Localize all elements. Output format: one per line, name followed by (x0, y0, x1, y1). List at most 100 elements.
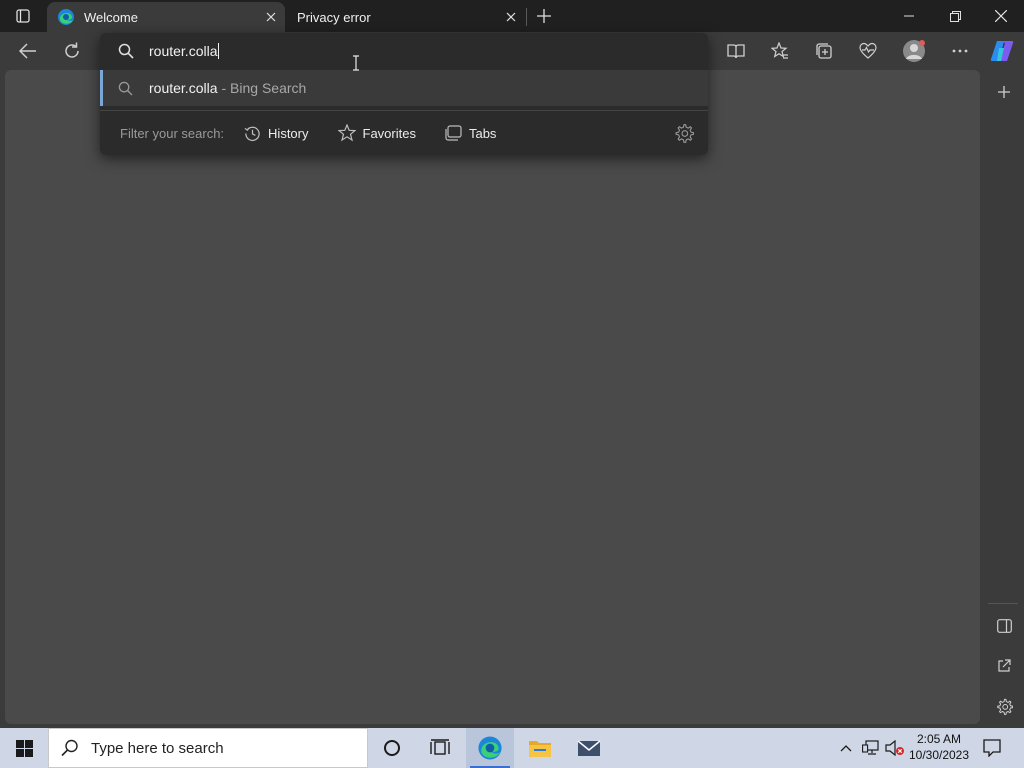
mail-icon (577, 740, 601, 756)
volume-button[interactable] (884, 728, 906, 768)
plus-icon (537, 9, 551, 23)
taskbar-file-explorer-button[interactable] (516, 728, 564, 768)
tab-title: Welcome (84, 9, 138, 25)
browser-essentials-button[interactable] (853, 36, 883, 66)
gear-icon[interactable] (674, 123, 694, 143)
filter-history-label: History (268, 125, 309, 141)
notification-icon (983, 739, 1001, 757)
text-cursor-icon (353, 55, 359, 71)
tab-bar: Welcome Privacy error (0, 0, 1024, 32)
restore-button[interactable] (932, 0, 978, 32)
edge-logo-icon (478, 736, 502, 760)
network-button[interactable] (860, 728, 882, 768)
filter-favorites-button[interactable]: Favorites (337, 124, 416, 142)
filter-tabs-label: Tabs (468, 125, 497, 141)
back-button[interactable] (13, 36, 43, 66)
history-icon (244, 126, 260, 141)
favorites-button[interactable] (765, 36, 795, 66)
suggestion-item[interactable]: router.colla - Bing Search (100, 70, 708, 106)
plus-icon (998, 86, 1010, 98)
task-view-icon (430, 739, 450, 755)
selected-indicator (100, 70, 103, 106)
settings-more-button[interactable] (945, 36, 975, 66)
address-bar-value[interactable]: router.colla (149, 43, 220, 59)
chevron-up-icon (840, 745, 852, 752)
search-icon (118, 81, 133, 96)
volume-muted-icon (885, 740, 904, 756)
filter-history-button[interactable]: History (244, 125, 309, 142)
taskbar-search-box[interactable]: Type here to search (48, 728, 368, 768)
edge-logo-icon (58, 9, 74, 25)
reading-view-button[interactable] (721, 36, 751, 66)
arrow-left-icon (19, 43, 36, 59)
search-icon (61, 739, 78, 757)
clock-time: 2:05 AM (916, 732, 962, 746)
tab-close-button[interactable] (497, 3, 525, 31)
search-filter-bar: Filter your search: History Favorites Ta… (100, 110, 708, 155)
more-horizontal-icon (952, 49, 968, 53)
windows-logo-icon (15, 739, 33, 757)
windows-taskbar: Type here to search 2:05 AM 10/30/2023 (0, 728, 1024, 768)
close-window-button[interactable] (978, 0, 1024, 32)
hide-sidebar-button[interactable] (990, 612, 1018, 640)
tab-welcome[interactable]: Welcome (47, 2, 285, 32)
minimize-icon (904, 15, 914, 17)
external-link-icon (998, 659, 1011, 672)
text-caret (218, 43, 220, 59)
taskbar-mail-button[interactable] (565, 728, 613, 768)
star-list-icon (771, 42, 788, 59)
new-tab-button[interactable] (530, 2, 558, 30)
refresh-icon (65, 42, 79, 58)
book-icon (727, 44, 745, 59)
sidebar-add-button[interactable] (990, 78, 1018, 106)
copilot-icon (990, 41, 1014, 61)
sidebar-divider (988, 603, 1018, 604)
address-bar-input[interactable]: router.colla (100, 33, 708, 69)
notifications-button[interactable] (978, 728, 1006, 768)
gear-icon (996, 698, 1013, 715)
page-content (5, 70, 980, 724)
cortana-button[interactable] (368, 728, 416, 768)
cortana-icon (384, 740, 400, 756)
open-in-new-window-button[interactable] (990, 652, 1018, 680)
taskbar-search-placeholder: Type here to search (91, 739, 224, 757)
filter-tabs-button[interactable]: Tabs (445, 125, 496, 141)
suggestion-suffix: - Bing Search (221, 80, 307, 96)
taskbar-clock[interactable]: 2:05 AM 10/30/2023 (906, 731, 972, 763)
avatar-icon (903, 40, 925, 62)
filter-favorites-label: Favorites (362, 125, 416, 141)
filter-label: Filter your search: (120, 125, 225, 141)
sidebar-settings-button[interactable] (990, 692, 1018, 720)
collections-button[interactable] (809, 36, 839, 66)
tab-divider (526, 8, 527, 26)
profile-button[interactable] (899, 36, 929, 66)
close-icon (266, 12, 276, 22)
tab-title: Privacy error (297, 9, 371, 25)
close-icon (995, 10, 1007, 22)
tab-privacy-error[interactable]: Privacy error (287, 2, 525, 32)
copilot-button[interactable] (987, 36, 1017, 66)
tab-actions-icon (16, 9, 30, 23)
taskbar-edge-button[interactable] (466, 728, 514, 768)
tabs-icon (445, 125, 462, 141)
folder-icon (529, 741, 551, 757)
tab-close-button[interactable] (257, 3, 285, 31)
heart-pulse-icon (859, 42, 877, 59)
search-icon (118, 43, 134, 59)
collections-icon (816, 43, 832, 59)
star-icon (337, 124, 356, 142)
edge-sidebar (984, 70, 1024, 728)
close-icon (506, 12, 516, 22)
address-bar-dropdown: router.colla router.colla - Bing Search … (100, 33, 708, 155)
suggestion-text: router.colla (149, 80, 218, 96)
restore-icon (949, 10, 961, 22)
show-hidden-icons-button[interactable] (836, 728, 856, 768)
network-icon (862, 740, 879, 755)
clock-date: 10/30/2023 (908, 748, 970, 762)
refresh-button[interactable] (57, 36, 87, 66)
task-view-button[interactable] (416, 728, 464, 768)
start-button[interactable] (0, 728, 48, 768)
minimize-button[interactable] (886, 0, 932, 32)
tab-actions-button[interactable] (0, 0, 46, 32)
sidebar-panel-icon (996, 619, 1012, 633)
